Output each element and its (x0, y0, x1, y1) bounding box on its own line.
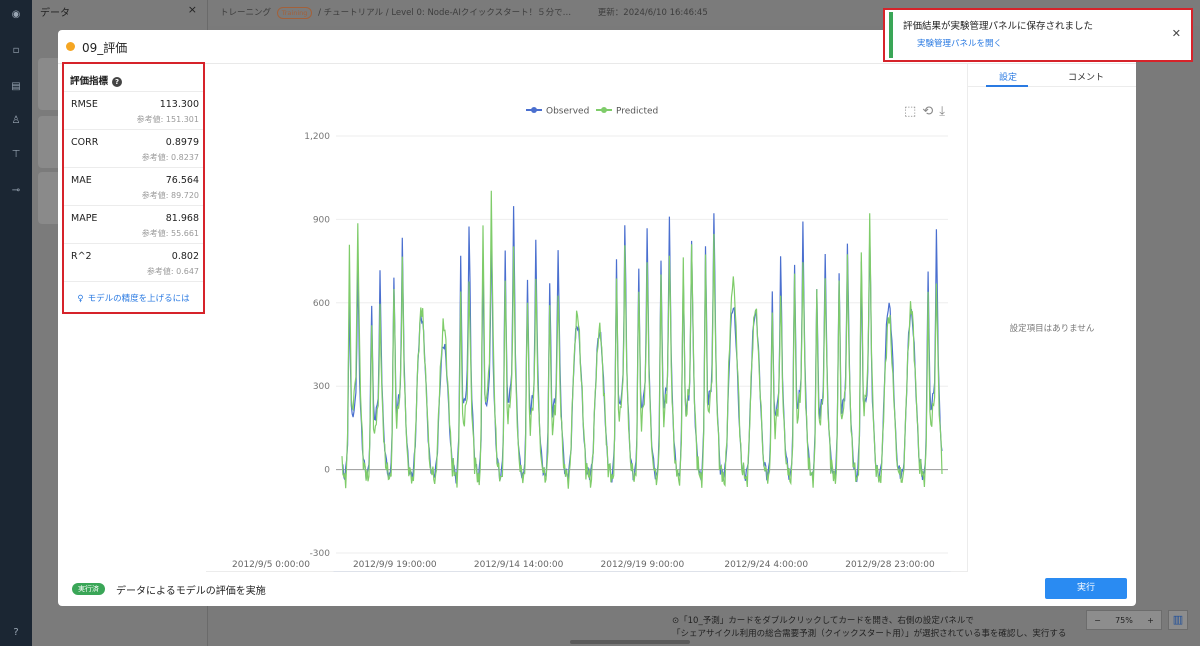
metric-reference-value: 参考値: 151.301 (136, 115, 199, 124)
file-icon[interactable]: ▫ (9, 44, 23, 58)
legend-marker (531, 107, 537, 113)
close-icon[interactable]: × (188, 3, 197, 16)
app-sidebar-rail: ◉ ▫ ▤ ♙ ⊤ ⊸ ? (0, 0, 32, 646)
improve-link-label: モデルの精度を上げるには (87, 294, 190, 304)
evaluation-modal: 09_評価 評価指標? RMSE 113.300 参考値: 151.301 CORR 0… (58, 30, 1136, 606)
empty-settings-message: 設定項目はありません (1009, 324, 1095, 334)
modal-title: 09_評価 (82, 41, 128, 55)
save-notification-toast: 評価結果が実験管理パネルに保存されました 実験管理パネルを開く ✕ (883, 8, 1193, 62)
metric-reference-value: 参考値: 55.661 (141, 229, 199, 238)
chart-panel: ⬚⟲⤓ Observed Predicted -300 0 300 600 900 1,200… (206, 64, 968, 572)
lightbulb-icon: ♀ (77, 294, 84, 304)
metric-row: MAE 76.564 参考値: 89.720 (64, 168, 203, 206)
x-tick-label: 2012/9/28 23:00:00 (845, 560, 935, 570)
user-icon[interactable]: ♙ (9, 114, 23, 128)
status-indicator (66, 42, 75, 51)
close-icon[interactable]: ✕ (1172, 27, 1181, 40)
minimap-icon[interactable]: ▥ (1168, 610, 1188, 630)
x-tick-label: 2012/9/24 4:00:00 (724, 560, 808, 570)
metric-row: CORR 0.8979 参考値: 0.8237 (64, 130, 203, 168)
metric-name: RMSE (71, 99, 98, 110)
metric-reference-value: 参考値: 0.8237 (141, 153, 199, 162)
metrics-panel: 評価指標? RMSE 113.300 参考値: 151.301 CORR 0.8979 参… (62, 62, 205, 314)
help-icon[interactable]: ? (9, 626, 23, 640)
x-tick-label: 2012/9/14 14:00:00 (474, 560, 564, 570)
line-chart[interactable]: Observed Predicted -300 0 300 600 900 1,200 2012… (206, 64, 968, 572)
x-tick-label: 2012/9/9 19:00:00 (353, 560, 437, 570)
y-tick-label: -300 (310, 549, 331, 559)
metric-name: MAPE (71, 213, 98, 224)
help-icon[interactable]: ? (112, 77, 123, 87)
y-tick-label: 300 (313, 382, 330, 392)
data-panel-title: データ (40, 8, 70, 19)
instruction-line: 「シェアサイクル利用の総合需要予測（クイックスタート用）」が選択されている事を確… (672, 629, 1067, 639)
success-bar (889, 12, 893, 58)
tool-icon[interactable]: ⊸ (9, 184, 23, 198)
metric-row: R^2 0.802 参考値: 0.647 (64, 244, 203, 282)
instruction-text: ⊙「10_予測」カードをダブルクリックしてカードを開き、右側の設定パネルで 「シ… (672, 615, 1072, 641)
y-tick-label: 600 (313, 299, 330, 309)
training-badge: Training (276, 7, 313, 19)
active-tab-indicator (986, 85, 1028, 87)
metric-name: CORR (71, 137, 99, 148)
legend-label: Observed (546, 107, 589, 117)
footer-description: データによるモデルの評価を実施 (116, 586, 266, 597)
legend-label: Predicted (616, 107, 658, 117)
legend-marker (601, 107, 607, 113)
metric-value: 0.8979 (165, 137, 199, 148)
y-tick-label: 1,200 (304, 132, 330, 142)
zoom-out-button[interactable]: − (1094, 616, 1101, 625)
executed-badge: 実行済 (72, 583, 105, 595)
zoom-in-button[interactable]: + (1147, 616, 1154, 625)
instruction-line: ⊙「10_予測」カードをダブルクリックしてカードを開き、右側の設定パネルで (672, 616, 974, 626)
home-icon[interactable]: ◉ (9, 8, 23, 22)
metric-row: RMSE 113.300 参考値: 151.301 (64, 92, 203, 130)
metric-reference-value: 参考値: 89.720 (141, 191, 199, 200)
tab-settings[interactable]: 設定 (999, 70, 1017, 83)
zoom-level: 75% (1115, 615, 1133, 625)
x-tick-label: 2012/9/5 0:00:00 (232, 560, 310, 570)
run-button[interactable]: 実行 (1045, 578, 1127, 599)
improve-model-link[interactable]: ♀ モデルの精度を上げるには (64, 292, 203, 304)
metric-name: R^2 (71, 251, 92, 262)
toast-title: 評価結果が実験管理パネルに保存されました (903, 21, 1094, 32)
metric-value: 76.564 (165, 175, 199, 186)
metric-value: 0.802 (171, 251, 199, 262)
metric-row: MAPE 81.968 参考値: 55.661 (64, 206, 203, 244)
metric-name: MAE (71, 175, 92, 186)
breadcrumb-training[interactable]: トレーニング (220, 8, 271, 18)
y-tick-label: 0 (324, 466, 330, 476)
open-experiment-panel-link[interactable]: 実験管理パネルを開く (917, 37, 1002, 49)
breadcrumb-tutorial[interactable]: / チュートリアル / Level 0: Node-AIクイックスタート！５分で… (318, 8, 571, 18)
database-icon[interactable]: ▤ (9, 80, 23, 94)
metric-value: 81.968 (165, 213, 199, 224)
y-tick-label: 900 (313, 215, 330, 225)
metrics-title: 評価指標 (70, 76, 109, 87)
x-tick-label: 2012/9/19 9:00:00 (601, 560, 685, 570)
tab-comment[interactable]: コメント (1068, 70, 1104, 83)
metrics-header: 評価指標? (64, 64, 203, 92)
settings-panel: 設定 コメント 設定項目はありません (968, 64, 1136, 572)
zoom-control: − 75% + (1086, 610, 1162, 630)
metric-reference-value: 参考値: 0.647 (146, 267, 199, 276)
model-icon[interactable]: ⊤ (9, 148, 23, 162)
updated-time: 更新：2024/6/10 16:46:45 (597, 8, 708, 18)
metric-value: 113.300 (159, 99, 199, 110)
horizontal-scrollbar[interactable] (570, 640, 690, 644)
series-line-predicted (341, 190, 943, 489)
